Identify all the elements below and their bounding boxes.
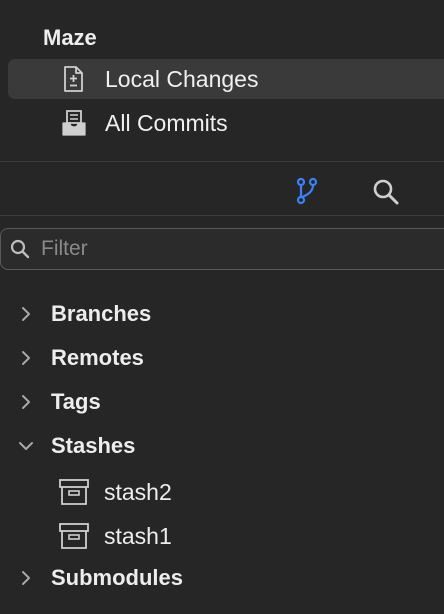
repo-title: Maze bbox=[43, 25, 97, 50]
section-label: Remotes bbox=[51, 345, 144, 370]
chevron-right-icon bbox=[22, 395, 30, 409]
stash-label: stash2 bbox=[104, 479, 172, 505]
stash-item[interactable]: stash2 bbox=[0, 474, 444, 510]
filter-search-icon bbox=[10, 239, 30, 259]
nav-item-label: Local Changes bbox=[105, 65, 259, 92]
section-branches[interactable]: Branches bbox=[0, 296, 444, 332]
section-tags[interactable]: Tags bbox=[0, 384, 444, 420]
section-remotes[interactable]: Remotes bbox=[0, 340, 444, 376]
chevron-down-icon bbox=[19, 442, 33, 450]
commits-tray-icon bbox=[62, 110, 86, 136]
chevron-right-icon bbox=[22, 307, 30, 321]
stash-label: stash1 bbox=[104, 523, 172, 549]
section-stashes[interactable]: Stashes bbox=[0, 428, 444, 464]
section-label: Tags bbox=[51, 389, 101, 414]
stash-item[interactable]: stash1 bbox=[0, 518, 444, 554]
divider bbox=[0, 215, 444, 216]
chevron-right-icon bbox=[22, 571, 30, 585]
filter-field[interactable] bbox=[0, 228, 444, 270]
branch-icon[interactable] bbox=[296, 177, 318, 205]
divider bbox=[0, 161, 444, 162]
chevron-right-icon bbox=[22, 351, 30, 365]
nav-item-all-commits[interactable]: All Commits bbox=[8, 103, 444, 143]
document-changes-icon bbox=[64, 66, 83, 92]
section-submodules[interactable]: Submodules bbox=[0, 560, 444, 596]
archive-box-icon bbox=[59, 479, 89, 505]
section-label: Branches bbox=[51, 301, 152, 326]
nav-item-label: All Commits bbox=[105, 109, 228, 136]
search-icon[interactable] bbox=[372, 178, 400, 206]
nav-item-local-changes[interactable]: Local Changes bbox=[8, 59, 444, 99]
section-label: Submodules bbox=[51, 565, 184, 590]
filter-input[interactable] bbox=[41, 235, 421, 263]
archive-box-icon bbox=[59, 523, 89, 549]
section-label: Stashes bbox=[51, 433, 136, 458]
